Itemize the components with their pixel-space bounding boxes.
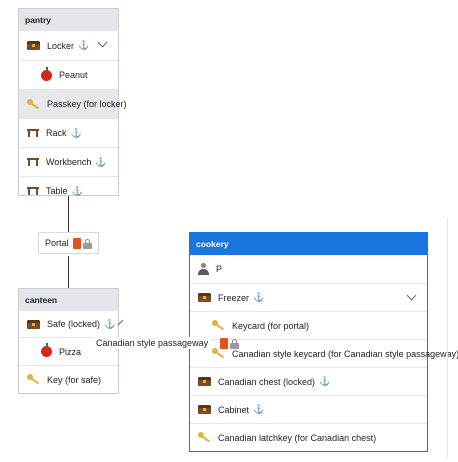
item-label: Cabinet	[218, 404, 250, 415]
item-passkey[interactable]: Passkey (for locker)	[19, 89, 127, 118]
anchor-icon[interactable]: ⚓	[104, 319, 115, 330]
item-label: Rack	[46, 128, 67, 138]
item-cabinet[interactable]: Cabinet ⚓	[190, 395, 427, 423]
chest-icon	[198, 405, 211, 414]
item-label: Passkey (for locker)	[47, 99, 127, 109]
lock-icon	[230, 338, 240, 349]
apple-icon	[41, 66, 52, 81]
item-keycard[interactable]: Keycard (for portal)	[190, 311, 427, 339]
chevron-down-icon[interactable]	[117, 319, 124, 325]
room-title: canteen	[19, 289, 118, 311]
item-label: Table	[46, 186, 68, 196]
lock-icon	[82, 238, 92, 249]
chest-icon	[198, 377, 211, 386]
item-peanut[interactable]: Peanut	[19, 60, 118, 89]
room-title: cookery	[190, 233, 427, 255]
connector-line	[68, 256, 69, 288]
anchor-icon[interactable]: ⚓	[78, 40, 89, 51]
table-icon	[27, 187, 39, 195]
key-icon	[212, 320, 225, 331]
connection-label: Portal	[45, 238, 69, 248]
item-locker[interactable]: Locker ⚓	[19, 31, 118, 60]
item-safe[interactable]: Safe (locked) ⚓	[19, 311, 124, 337]
chest-icon	[27, 41, 40, 50]
chest-icon	[198, 293, 211, 302]
connection-label: Canadian style passageway	[94, 337, 211, 349]
item-label: Keycard (for portal)	[232, 320, 310, 331]
item-label: Pizza	[59, 346, 82, 357]
room-pantry: pantry Locker ⚓ Peanut Passkey (for lock…	[18, 8, 127, 197]
anchor-icon[interactable]: ⚓	[253, 292, 264, 303]
chevron-down-icon[interactable]	[97, 37, 108, 48]
item-freezer[interactable]: Freezer ⚓	[190, 283, 427, 311]
item-label: P	[216, 264, 223, 274]
item-label: Freezer	[218, 292, 250, 303]
apple-icon	[41, 343, 52, 357]
item-key[interactable]: Key (for safe)	[19, 365, 118, 393]
connection-canadian-passageway[interactable]: Canadian style passageway	[94, 336, 240, 350]
key-icon	[198, 432, 211, 443]
item-label: Canadian latchkey (for Canadian chest)	[218, 432, 377, 443]
panel-divider	[447, 218, 448, 458]
key-icon	[27, 98, 40, 110]
anchor-icon[interactable]: ⚓	[72, 186, 83, 197]
person-icon	[198, 263, 209, 275]
item-player[interactable]: P	[190, 255, 427, 283]
item-label: Workbench	[46, 157, 92, 167]
anchor-icon[interactable]: ⚓	[253, 404, 264, 415]
table-icon	[27, 129, 39, 137]
item-workbench[interactable]: Workbench ⚓	[19, 147, 118, 176]
room-title: pantry	[19, 9, 118, 31]
world-map-canvas: pantry Locker ⚓ Peanut Passkey (for lock…	[0, 0, 458, 462]
item-canadian-latchkey[interactable]: Canadian latchkey (for Canadian chest)	[190, 423, 427, 451]
door-icon	[220, 337, 229, 349]
item-label: Locker	[47, 40, 75, 51]
anchor-icon[interactable]: ⚓	[71, 128, 82, 139]
chest-icon	[27, 319, 40, 329]
item-canadian-chest[interactable]: Canadian chest (locked) ⚓	[190, 367, 427, 395]
door-icon	[72, 237, 81, 249]
connector-line	[68, 196, 69, 236]
key-icon	[27, 374, 40, 385]
item-rack[interactable]: Rack ⚓	[19, 118, 118, 147]
anchor-icon[interactable]: ⚓	[319, 376, 330, 387]
anchor-icon[interactable]: ⚓	[95, 157, 106, 168]
connection-portal[interactable]: Portal	[38, 232, 99, 254]
item-label: Peanut	[59, 70, 88, 80]
item-label: Canadian style keycard (for Canadian sty…	[232, 348, 458, 359]
item-label: Canadian chest (locked)	[218, 376, 316, 387]
item-label: Key (for safe)	[47, 374, 102, 385]
table-icon	[27, 158, 39, 166]
chevron-down-icon[interactable]	[406, 290, 417, 301]
item-label: Safe (locked)	[47, 319, 101, 329]
